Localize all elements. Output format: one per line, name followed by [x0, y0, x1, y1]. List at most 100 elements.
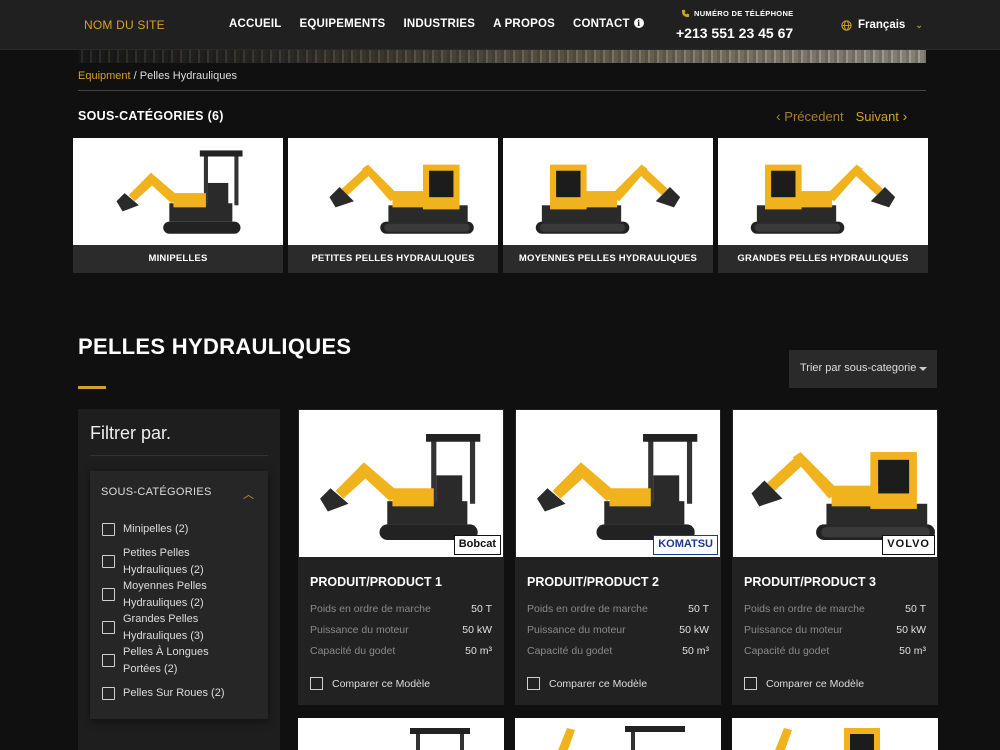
product-card[interactable]: Bobcat PRODUIT/PRODUCT 1 Poids en ordre … [298, 409, 504, 705]
filter-title: Filtrer par. [90, 423, 172, 443]
spec-value: 50 m³ [465, 645, 492, 657]
product-card[interactable] [732, 718, 938, 750]
caret-down-icon [919, 367, 927, 371]
filter-option[interactable]: Petites Pelles Hydrauliques (2) [102, 545, 238, 578]
spec-row: Puissance du moteur 50 kW [527, 624, 709, 636]
phone-number[interactable]: +213 551 23 45 67 [676, 25, 793, 41]
spec-value: 50 kW [679, 624, 709, 636]
product-card[interactable] [515, 718, 721, 750]
spec-label: Poids en ordre de marche [310, 603, 431, 615]
subcategories-pager: ‹ Précedent Suivant › [776, 108, 907, 124]
filter-option-label: Grandes Pelles Hydrauliques (3) [123, 613, 204, 642]
next-button[interactable]: Suivant › [856, 108, 908, 124]
checkbox[interactable] [527, 677, 540, 690]
product-name[interactable]: PRODUIT/PRODUCT 3 [744, 575, 876, 589]
nav-accueil[interactable]: ACCUEIL [229, 18, 282, 30]
compare-toggle[interactable]: Comparer ce Modèle [310, 677, 430, 690]
filter-option-label: Moyennes Pelles Hydrauliques (2) [123, 580, 207, 609]
filter-option[interactable]: Pelles Sur Roues (2) [102, 685, 238, 702]
subcategory-card-petites[interactable]: PETITES PELLES HYDRAULIQUES [288, 138, 498, 273]
breadcrumb-parent[interactable]: Equipment [78, 70, 131, 82]
compare-toggle[interactable]: Comparer ce Modèle [744, 677, 864, 690]
product-card[interactable] [298, 718, 504, 750]
compare-label: Comparer ce Modèle [332, 677, 431, 690]
filter-divider [90, 455, 268, 456]
subcategory-card-grandes[interactable]: GRANDES PELLES HYDRAULIQUES [718, 138, 928, 273]
excavator-image [503, 138, 713, 245]
spec-row: Puissance du moteur 50 kW [744, 624, 926, 636]
excavator-image [288, 138, 498, 245]
chevron-left-icon: ‹ [776, 108, 781, 124]
subcategory-label: MINIPELLES [148, 253, 208, 264]
product-name[interactable]: PRODUIT/PRODUCT 2 [527, 575, 659, 589]
phone-label: NUMÉRO DE TÉLÉPHONE [681, 9, 793, 18]
breadcrumb-separator: / [130, 70, 140, 82]
subcategory-card-minipelles[interactable]: MINIPELLES [73, 138, 283, 273]
subcategories-title: SOUS-CATÉGORIES (6) [78, 109, 224, 123]
sort-label: Trier par sous-categorie [800, 362, 917, 374]
checkbox[interactable] [102, 555, 115, 568]
nav-equipements[interactable]: EQUIPEMENTS [300, 18, 386, 30]
spec-value: 50 kW [896, 624, 926, 636]
product-card[interactable]: VOLVO PRODUIT/PRODUCT 3 Poids en ordre d… [732, 409, 938, 705]
filter-option[interactable]: Moyennes Pelles Hydrauliques (2) [102, 578, 238, 611]
chevron-right-icon: › [902, 108, 908, 124]
filter-group-title[interactable]: SOUS-CATÉGORIES [101, 486, 212, 498]
subcategory-card-moyennes[interactable]: MOYENNES PELLES HYDRAULIQUES [503, 138, 713, 273]
site-logo[interactable]: NOM DU SITE [84, 18, 165, 32]
phone-icon [681, 9, 690, 18]
phone-label-text: NUMÉRO DE TÉLÉPHONE [694, 9, 794, 18]
spec-label: Puissance du moteur [310, 624, 409, 636]
compare-toggle[interactable]: Comparer ce Modèle [527, 677, 647, 690]
spec-row: Poids en ordre de marche 50 T [310, 603, 492, 615]
chevron-up-icon[interactable]: ︿ [243, 486, 254, 502]
prev-label: Précedent [784, 109, 844, 124]
spec-label: Capacité du godet [527, 645, 613, 657]
prev-button[interactable]: ‹ Précedent [776, 108, 844, 124]
checkbox[interactable] [102, 686, 115, 700]
spec-label: Poids en ordre de marche [527, 603, 648, 615]
site-header: NOM DU SITE ACCUEIL EQUIPEMENTS INDUSTRI… [0, 0, 1000, 50]
subcategory-label: PETITES PELLES HYDRAULIQUES [311, 253, 475, 264]
spec-label: Capacité du godet [744, 645, 830, 657]
nav-a-propos[interactable]: A PROPOS [493, 18, 555, 30]
filter-panel: Filtrer par. SOUS-CATÉGORIES ︿ Minipelle… [78, 409, 280, 750]
spec-row: Poids en ordre de marche 50 T [744, 603, 926, 615]
excavator-image [718, 138, 928, 245]
subcategory-label: MOYENNES PELLES HYDRAULIQUES [518, 253, 698, 264]
filter-option[interactable]: Pelles À Longues Portées (2) [102, 644, 238, 677]
breadcrumb-current: Pelles Hydrauliques [139, 70, 237, 82]
product-name[interactable]: PRODUIT/PRODUCT 1 [310, 575, 442, 589]
spec-value: 50 T [471, 603, 492, 615]
product-image: Bobcat [299, 410, 503, 557]
spec-label: Puissance du moteur [744, 624, 843, 636]
filter-option-label: Minipelles (2) [123, 523, 189, 535]
filter-option[interactable]: Minipelles (2) [102, 521, 238, 538]
spec-value: 50 kW [462, 624, 492, 636]
spec-value: 50 m³ [682, 645, 709, 657]
nav-industries[interactable]: INDUSTRIES [403, 18, 475, 30]
checkbox[interactable] [102, 621, 115, 634]
chevron-down-icon: ⌄ [915, 19, 923, 30]
filter-option[interactable]: Grandes Pelles Hydrauliques (3) [102, 611, 238, 644]
next-label: Suivant [855, 109, 899, 124]
spec-label: Puissance du moteur [527, 624, 626, 636]
filter-option-label: Petites Pelles Hydrauliques (2) [123, 547, 204, 576]
sort-dropdown[interactable]: Trier par sous-categorie [789, 350, 937, 388]
checkbox[interactable] [102, 588, 115, 601]
spec-value: 50 m³ [899, 645, 926, 657]
checkbox[interactable] [744, 677, 757, 690]
language-selector[interactable]: Français ⌄ [841, 19, 923, 31]
nav-contact[interactable]: CONTACT i [573, 18, 644, 30]
checkbox[interactable] [102, 654, 115, 667]
checkbox[interactable] [310, 677, 323, 690]
nav-contact-label: CONTACT [572, 18, 630, 30]
product-card[interactable]: KOMATSU PRODUIT/PRODUCT 2 Poids en ordre… [515, 409, 721, 705]
main-nav: ACCUEIL EQUIPEMENTS INDUSTRIES A PROPOS … [229, 18, 644, 30]
spec-row: Capacité du godet 50 m³ [744, 645, 926, 657]
title-underline [78, 386, 106, 389]
globe-icon [841, 19, 852, 31]
page-title: PELLES HYDRAULIQUES [78, 334, 352, 359]
spec-label: Capacité du godet [310, 645, 396, 657]
checkbox[interactable] [102, 522, 115, 536]
